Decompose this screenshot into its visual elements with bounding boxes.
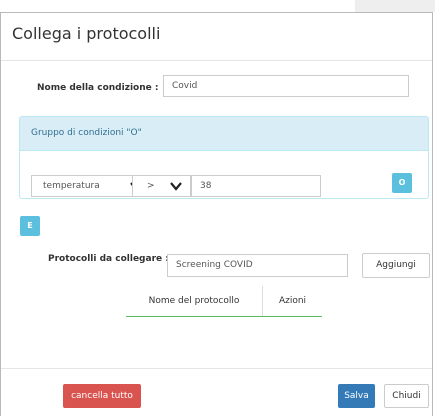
or-condition-group-heading: Gruppo di condizioni "O" <box>20 117 428 151</box>
condition-name-input[interactable]: Covid <box>163 75 409 97</box>
or-condition-group-panel: Gruppo di condizioni "O" temperatura > 3… <box>19 116 429 199</box>
close-button[interactable]: Chiudi <box>384 384 429 408</box>
parameter-select-value: temperatura <box>43 181 100 191</box>
modal-header: Collega i protocolli <box>1 13 432 61</box>
save-button[interactable]: Salva <box>338 384 375 408</box>
clear-all-button[interactable]: cancella tutto <box>63 384 141 408</box>
add-and-group-button[interactable]: E <box>20 216 40 236</box>
condition-value-input[interactable]: 38 <box>191 175 321 197</box>
or-condition-group-title: Gruppo di condizioni "O" <box>31 128 142 138</box>
page-background-strip <box>355 0 435 12</box>
operator-select[interactable]: > <box>132 175 191 197</box>
chevron-down-icon <box>170 182 182 191</box>
link-protocols-modal: Collega i protocolli Nome della condizio… <box>0 12 433 416</box>
table-header-actions: Azioni <box>278 296 307 306</box>
protocols-table: Nome del protocollo Azioni <box>126 286 322 317</box>
modal-title: Collega i protocolli <box>12 24 161 43</box>
modal-footer: cancella tutto Salva Chiudi <box>1 368 432 418</box>
operator-select-value: > <box>147 181 155 191</box>
add-or-condition-button[interactable]: O <box>392 173 412 193</box>
condition-name-label: Nome della condizione : <box>37 83 159 93</box>
protocol-search-input[interactable]: Screening COVID <box>167 254 348 277</box>
add-protocol-button[interactable]: Aggiungi <box>362 253 430 278</box>
table-header-protocol-name: Nome del protocollo <box>148 296 240 306</box>
protocols-to-link-label: Protocolli da collegare : <box>48 254 169 264</box>
